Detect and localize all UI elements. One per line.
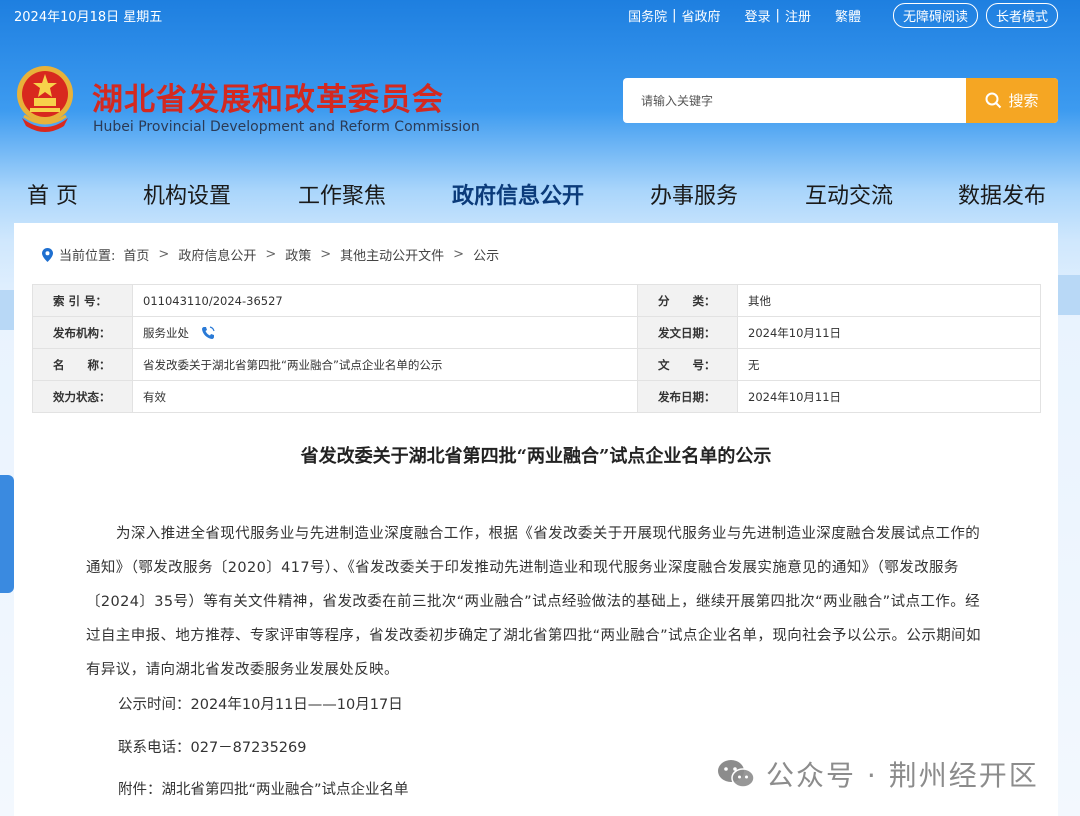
- search-button-label: 搜索: [1008, 92, 1039, 110]
- table-row: 名 称： 省发改委关于湖北省第四批“两业融合”试点企业名单的公示 文 号： 无: [32, 348, 1041, 381]
- meta-label: 效力状态：: [32, 380, 133, 413]
- login-link[interactable]: 登录: [745, 6, 771, 25]
- notice-period: 公示时间：2024年10月11日——10月17日: [118, 697, 403, 713]
- breadcrumb-notice[interactable]: 公示: [473, 245, 499, 264]
- nav-organization[interactable]: 机构设置: [143, 178, 231, 210]
- meta-label: 发布机构：: [32, 316, 133, 349]
- side-float-tab[interactable]: [0, 475, 14, 593]
- breadcrumb-home[interactable]: 首页: [123, 245, 149, 264]
- register-link[interactable]: 注册: [785, 6, 811, 25]
- wechat-icon: [718, 760, 755, 788]
- top-links: 国务院 | 省政府 登录 | 注册 繁體 无障碍阅读 长者模式: [628, 3, 1058, 28]
- search-icon: [985, 92, 1002, 109]
- national-emblem-icon: [17, 66, 73, 132]
- meta-label: 发文日期：: [637, 316, 738, 349]
- meta-value: 2024年10月11日: [737, 380, 1041, 413]
- nav-interaction[interactable]: 互动交流: [805, 178, 893, 210]
- search-bar: 搜索: [623, 78, 1058, 123]
- nav-data-release[interactable]: 数据发布: [958, 178, 1046, 210]
- nav-services[interactable]: 办事服务: [650, 178, 738, 210]
- attachment-link[interactable]: 附件：湖北省第四批“两业融合”试点企业名单: [118, 778, 409, 799]
- meta-label: 发布日期：: [637, 380, 738, 413]
- meta-value: 2024年10月11日: [737, 316, 1041, 349]
- meta-value: 有效: [132, 380, 638, 413]
- breadcrumb-prefix: 当前位置:: [59, 249, 116, 264]
- site-subtitle: Hubei Provincial Development and Reform …: [93, 119, 480, 135]
- link-state-council[interactable]: 国务院: [628, 6, 667, 25]
- meta-org-cell: 服务业处: [132, 316, 638, 349]
- article-paragraph: 为深入推进全省现代服务业与先进制造业深度融合工作，根据《省发改委关于开展现代服务…: [86, 526, 981, 678]
- meta-value: 其他: [737, 284, 1041, 317]
- breadcrumb-other-files[interactable]: 其他主动公开文件: [340, 245, 444, 264]
- wechat-watermark: 公众号 · 荆州经开区: [716, 754, 1039, 794]
- main-nav: 首 页 机构设置 工作聚焦 政府信息公开 办事服务 互动交流 数据发布: [0, 178, 1080, 218]
- document-metadata-table: 索 引 号： 011043110/2024-36527 分 类： 其他 发布机构…: [32, 284, 1041, 413]
- divider: |: [672, 8, 677, 23]
- breadcrumb-policy[interactable]: 政策: [285, 245, 311, 264]
- traditional-chinese-link[interactable]: 繁體: [835, 6, 861, 25]
- current-date: 2024年10月18日 星期五: [14, 10, 163, 25]
- search-input[interactable]: [623, 78, 966, 123]
- table-row: 效力状态： 有效 发布日期： 2024年10月11日: [32, 380, 1041, 413]
- meta-value: 省发改委关于湖北省第四批“两业融合”试点企业名单的公示: [132, 348, 638, 381]
- meta-label: 索 引 号：: [32, 284, 133, 317]
- content-panel: 当前位置: 首页 > 政府信息公开 > 政策 > 其他主动公开文件 > 公示 索…: [14, 223, 1058, 816]
- meta-value: 011043110/2024-36527: [132, 284, 638, 317]
- decorative-strip: [1058, 275, 1080, 315]
- location-pin-icon: [42, 247, 53, 262]
- nav-gov-info-disclosure[interactable]: 政府信息公开: [452, 178, 584, 210]
- search-button[interactable]: 搜索: [966, 78, 1058, 123]
- contact-phone: 联系电话：027－87235269: [118, 740, 307, 756]
- phone-icon[interactable]: [201, 326, 215, 340]
- divider: |: [775, 8, 780, 23]
- meta-value: 服务业处: [143, 325, 189, 340]
- meta-label: 名 称：: [32, 348, 133, 381]
- elder-mode-button[interactable]: 长者模式: [985, 3, 1058, 28]
- meta-label: 文 号：: [637, 348, 738, 381]
- table-row: 发布机构： 服务业处 发文日期： 2024年10月11日: [32, 316, 1041, 349]
- article-title: 省发改委关于湖北省第四批“两业融合”试点企业名单的公示: [300, 446, 772, 467]
- breadcrumb-gov-info[interactable]: 政府信息公开: [178, 245, 256, 264]
- breadcrumb: 当前位置: 首页 > 政府信息公开 > 政策 > 其他主动公开文件 > 公示: [42, 245, 499, 264]
- decorative-strip: [0, 290, 14, 330]
- nav-work-focus[interactable]: 工作聚焦: [298, 178, 386, 210]
- accessible-reading-button[interactable]: 无障碍阅读: [892, 3, 978, 28]
- site-title: 湖北省发展和改革委员会: [92, 82, 444, 118]
- top-bar: 2024年10月18日 星期五 国务院 | 省政府 登录 | 注册 繁體 无障碍…: [0, 0, 1080, 30]
- table-row: 索 引 号： 011043110/2024-36527 分 类： 其他: [32, 284, 1041, 317]
- nav-home[interactable]: 首 页: [27, 178, 78, 210]
- meta-value: 无: [737, 348, 1041, 381]
- meta-label: 分 类：: [637, 284, 738, 317]
- link-provincial-gov[interactable]: 省政府: [682, 6, 721, 25]
- watermark-text: 公众号 · 荆州经开区: [766, 759, 1039, 792]
